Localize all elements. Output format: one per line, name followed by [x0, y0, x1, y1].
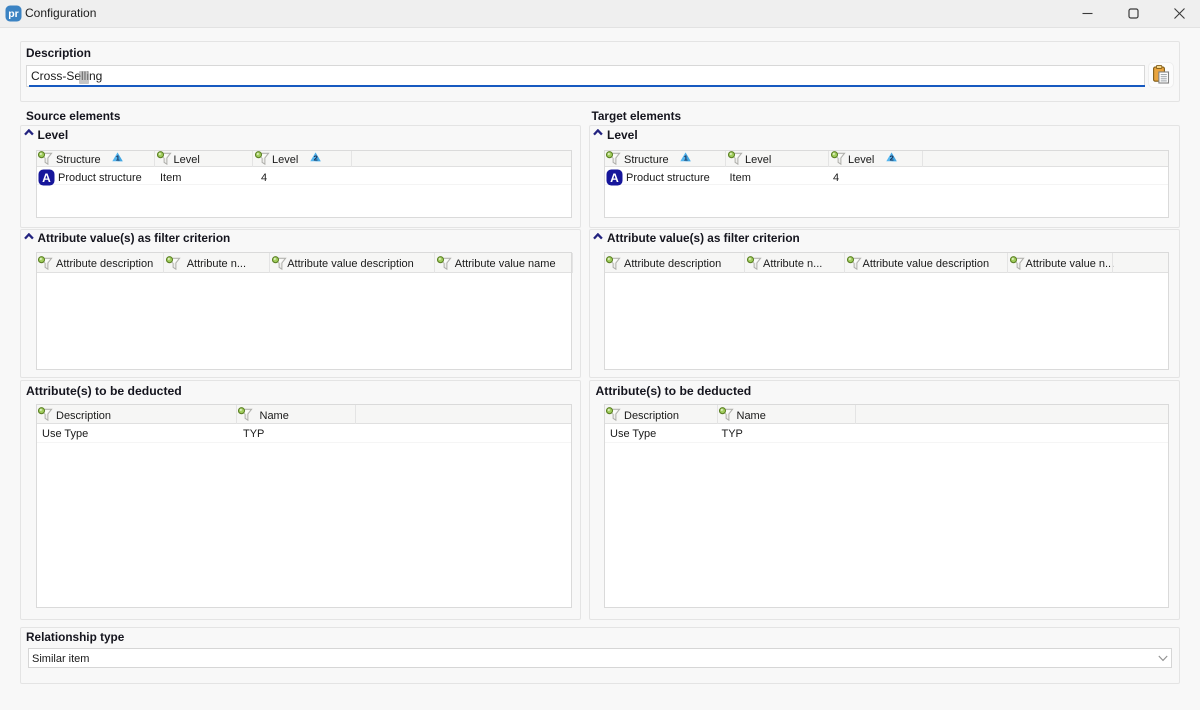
svg-text:A: A — [610, 171, 619, 185]
svg-text:1: 1 — [115, 154, 119, 162]
svg-text:A: A — [42, 171, 51, 185]
svg-text:2: 2 — [314, 154, 318, 162]
svg-text:2: 2 — [890, 154, 894, 162]
svg-text:1: 1 — [683, 154, 687, 162]
svg-text:pr: pr — [8, 8, 19, 20]
